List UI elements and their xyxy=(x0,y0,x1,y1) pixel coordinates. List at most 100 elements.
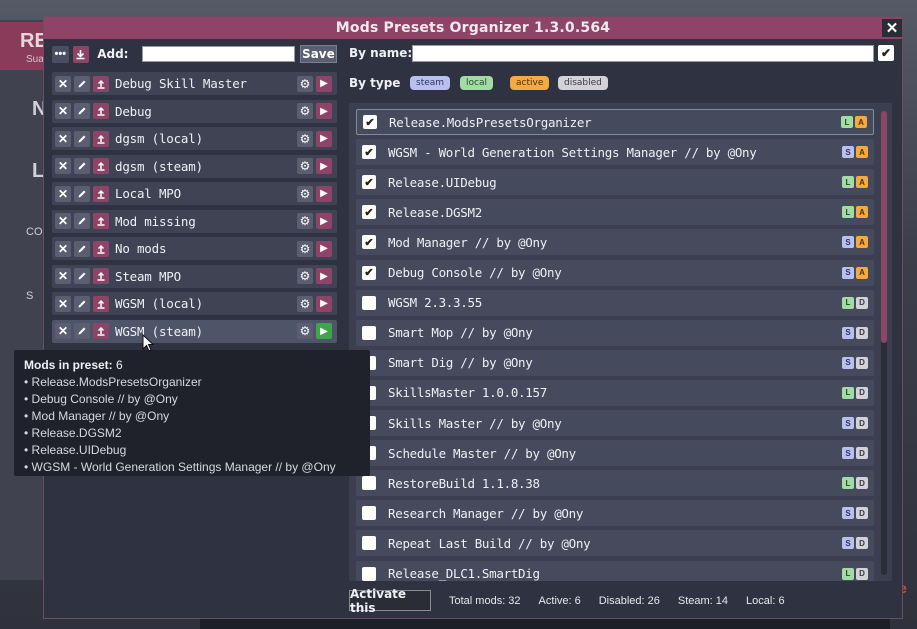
mod-row[interactable]: ✔ Release.ModsPresetsOrganizer L A xyxy=(356,109,874,135)
type-filter-active[interactable]: active xyxy=(510,76,550,90)
gear-icon[interactable]: ⚙ xyxy=(297,103,313,119)
rename-preset-icon[interactable] xyxy=(74,130,90,147)
gear-icon[interactable]: ⚙ xyxy=(297,268,313,284)
preset-row[interactable]: ✕ Steam MPO ⚙ ▶ xyxy=(52,264,337,288)
gear-icon[interactable]: ⚙ xyxy=(297,240,313,257)
play-icon[interactable]: ▶ xyxy=(316,295,332,312)
mod-checkbox[interactable] xyxy=(362,536,376,551)
gear-icon[interactable]: ⚙ xyxy=(297,130,313,147)
play-icon[interactable]: ▶ xyxy=(316,158,332,174)
rename-preset-icon[interactable] xyxy=(74,185,90,202)
play-icon[interactable]: ▶ xyxy=(316,75,332,92)
mod-row[interactable]: Smart Mop // by @Ony S D xyxy=(356,319,874,346)
preset-row[interactable]: ✕ No mods ⚙ ▶ xyxy=(52,237,337,260)
mod-checkbox[interactable] xyxy=(362,295,376,310)
mod-row[interactable]: RestoreBuild 1.1.8.38 L D xyxy=(356,470,874,497)
by-name-input[interactable] xyxy=(412,45,874,62)
rename-preset-icon[interactable] xyxy=(74,213,90,229)
mod-row[interactable]: Schedule Master // by @Ony S D xyxy=(356,440,874,467)
mod-checkbox[interactable]: ✔ xyxy=(362,265,376,280)
more-menu-button[interactable]: ••• xyxy=(52,45,69,63)
gear-icon[interactable]: ⚙ xyxy=(297,295,313,312)
gear-icon[interactable]: ⚙ xyxy=(297,158,313,174)
mod-row[interactable]: ✔ WGSM - World Generation Settings Manage… xyxy=(356,139,874,166)
play-icon[interactable]: ▶ xyxy=(316,103,332,119)
play-icon[interactable]: ▶ xyxy=(316,213,332,229)
type-filter-local[interactable]: local xyxy=(460,76,493,90)
mod-row[interactable]: SkillsMaster 1.0.0.157 L D xyxy=(356,379,874,406)
close-button[interactable]: ✕ xyxy=(882,19,902,37)
delete-preset-icon[interactable]: ✕ xyxy=(55,185,71,202)
play-icon[interactable]: ▶ xyxy=(316,268,332,284)
type-filter-disabled[interactable]: disabled xyxy=(558,76,608,90)
mod-row[interactable]: ✔ Mod Manager // by @Ony S A xyxy=(356,229,874,256)
delete-preset-icon[interactable]: ✕ xyxy=(55,130,71,147)
play-icon[interactable]: ▶ xyxy=(316,130,332,147)
export-preset-icon[interactable] xyxy=(93,103,109,119)
mod-checkbox[interactable]: ✔ xyxy=(362,145,376,160)
delete-preset-icon[interactable]: ✕ xyxy=(55,323,71,339)
preset-row[interactable]: ✕ WGSM (local) ⚙ ▶ xyxy=(52,292,337,315)
mod-checkbox[interactable] xyxy=(362,566,376,581)
preset-row[interactable]: ✕ Local MPO ⚙ ▶ xyxy=(52,182,337,205)
mod-row[interactable]: WGSM 2.3.3.55 L D xyxy=(356,289,874,316)
gear-icon[interactable]: ⚙ xyxy=(297,185,313,202)
preset-row[interactable]: ✕ dgsm (local) ⚙ ▶ xyxy=(52,127,337,150)
scrollbar-thumb[interactable] xyxy=(881,111,887,343)
mod-row[interactable]: Release_DLC1.SmartDig L D xyxy=(356,560,874,581)
export-preset-icon[interactable] xyxy=(93,323,109,339)
rename-preset-icon[interactable] xyxy=(74,268,90,284)
rename-preset-icon[interactable] xyxy=(74,103,90,119)
rename-preset-icon[interactable] xyxy=(74,323,90,339)
mod-checkbox[interactable]: ✔ xyxy=(362,175,376,190)
mod-checkbox[interactable] xyxy=(362,325,376,340)
mod-row[interactable]: ✔ Release.UIDebug L A xyxy=(356,169,874,196)
preset-row[interactable]: ✕ Mod missing ⚙ ▶ xyxy=(52,209,337,233)
mod-checkbox[interactable]: ✔ xyxy=(362,235,376,250)
delete-preset-icon[interactable]: ✕ xyxy=(55,268,71,284)
rename-preset-icon[interactable] xyxy=(74,75,90,92)
mod-row[interactable]: Research Manager // by @Ony S D xyxy=(356,500,874,527)
export-preset-icon[interactable] xyxy=(93,268,109,284)
play-icon[interactable]: ▶ xyxy=(316,323,332,339)
mod-list-scrollbar[interactable] xyxy=(881,111,887,575)
window-titlebar[interactable]: Mods Presets Organizer 1.3.0.564 xyxy=(44,17,902,39)
mod-row[interactable]: ✔ Debug Console // by @Ony S A xyxy=(356,259,874,286)
export-preset-icon[interactable] xyxy=(93,75,109,92)
export-preset-icon[interactable] xyxy=(93,130,109,147)
save-button[interactable]: Save xyxy=(299,45,337,63)
export-preset-icon[interactable] xyxy=(93,158,109,174)
mod-checkbox[interactable] xyxy=(362,506,376,521)
preset-row[interactable]: ✕ Debug ⚙ ▶ xyxy=(52,99,337,123)
delete-preset-icon[interactable]: ✕ xyxy=(55,75,71,92)
rename-preset-icon[interactable] xyxy=(74,158,90,174)
export-preset-icon[interactable] xyxy=(93,213,109,229)
delete-preset-icon[interactable]: ✕ xyxy=(55,213,71,229)
gear-icon[interactable]: ⚙ xyxy=(297,213,313,229)
delete-preset-icon[interactable]: ✕ xyxy=(55,240,71,257)
preset-row[interactable]: ✕ dgsm (steam) ⚙ ▶ xyxy=(52,154,337,178)
by-name-checkbox[interactable]: ✔ xyxy=(878,45,894,61)
rename-preset-icon[interactable] xyxy=(74,295,90,312)
add-preset-input[interactable] xyxy=(142,46,295,62)
preset-row[interactable]: ✕ Debug Skill Master ⚙ ▶ xyxy=(52,72,337,95)
export-preset-icon[interactable] xyxy=(93,185,109,202)
export-preset-icon[interactable] xyxy=(93,295,109,312)
export-preset-icon[interactable] xyxy=(93,240,109,257)
play-icon[interactable]: ▶ xyxy=(316,240,332,257)
mod-row[interactable]: ✔ Release.DGSM2 L A xyxy=(356,199,874,226)
mod-checkbox[interactable]: ✔ xyxy=(362,205,376,220)
mod-checkbox[interactable] xyxy=(362,476,376,491)
mod-checkbox[interactable]: ✔ xyxy=(363,115,377,129)
mod-row[interactable]: Smart Dig // by @Ony S D xyxy=(356,349,874,376)
preset-row[interactable]: ✕ WGSM (steam) ⚙ ▶ xyxy=(52,319,337,343)
download-icon[interactable] xyxy=(72,45,90,63)
activate-button[interactable]: Activate this xyxy=(349,587,431,615)
delete-preset-icon[interactable]: ✕ xyxy=(55,103,71,119)
delete-preset-icon[interactable]: ✕ xyxy=(55,158,71,174)
rename-preset-icon[interactable] xyxy=(74,240,90,257)
gear-icon[interactable]: ⚙ xyxy=(297,75,313,92)
gear-icon[interactable]: ⚙ xyxy=(297,323,313,339)
type-filter-steam[interactable]: steam xyxy=(410,76,451,90)
delete-preset-icon[interactable]: ✕ xyxy=(55,295,71,312)
